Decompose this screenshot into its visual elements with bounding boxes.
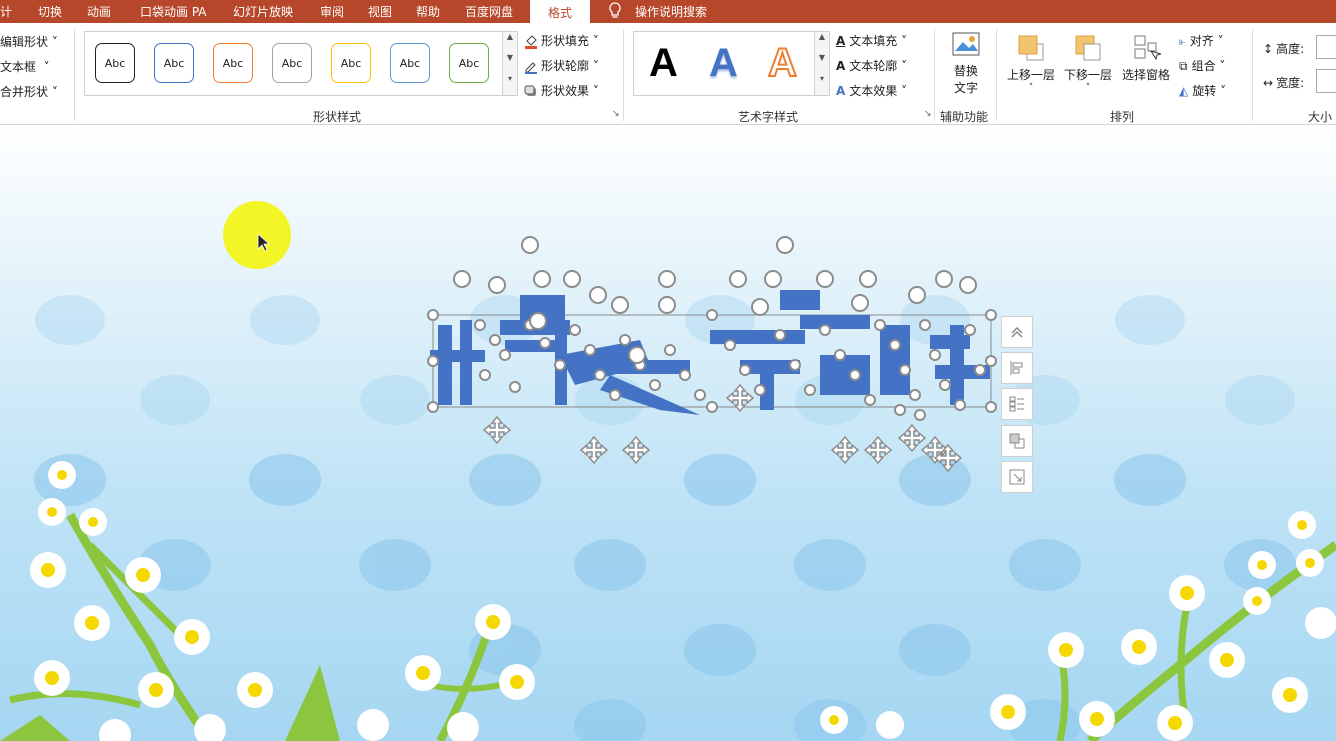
tab-pocket-animation[interactable]: 口袋动画 PA (140, 3, 207, 20)
rotate-button[interactable]: ◭ 旋转 ˅ (1179, 82, 1226, 99)
wordart-style-2[interactable]: A (709, 41, 738, 86)
send-backward-icon (1075, 35, 1101, 61)
tab-slideshow[interactable]: 幻灯片放映 (233, 3, 293, 20)
shape-style-3[interactable]: Abc (213, 43, 253, 83)
scroll-up-icon[interactable]: ▲ (503, 32, 517, 53)
shape-style-7[interactable]: Abc (449, 43, 489, 83)
shape-style-4[interactable]: Abc (272, 43, 312, 83)
tell-me-search[interactable]: 操作说明搜索 (635, 3, 707, 20)
accessibility-group-label: 辅助功能 (940, 110, 989, 124)
paint-bucket-icon (525, 34, 537, 49)
resize-icon[interactable] (1001, 461, 1033, 493)
scroll-down-icon[interactable]: ▼ (815, 53, 829, 74)
align-icon: ⫦ (1179, 34, 1186, 48)
wordart-gallery-scroll[interactable]: ▲ ▼ ▾ (814, 31, 830, 96)
more-icon[interactable]: ▾ (503, 74, 517, 95)
shape-style-6[interactable]: Abc (390, 43, 430, 83)
width-label: ↔ 宽度: (1263, 76, 1305, 90)
lightbulb-icon (607, 1, 623, 24)
height-label: ↕ 高度: (1263, 42, 1305, 56)
tab-format[interactable]: 格式 (530, 0, 590, 25)
send-backward-button[interactable]: 下移一层 ˅ (1062, 33, 1114, 93)
arrange-group-label: 排列 (1110, 110, 1135, 124)
collapse-icon[interactable] (1001, 316, 1033, 348)
height-input[interactable] (1316, 35, 1336, 59)
alt-text-icon (952, 32, 980, 56)
size-group-label: 大小 (1308, 110, 1333, 124)
tab-animations[interactable]: 动画 (87, 3, 111, 20)
shape-style-1[interactable]: Abc (95, 43, 135, 83)
width-icon: ↔ (1263, 76, 1274, 90)
selection-pane-button[interactable]: 选择窗格 (1119, 33, 1173, 83)
pencil-icon (525, 61, 537, 74)
height-icon: ↕ (1263, 42, 1274, 56)
group-icon: ⧉ (1179, 59, 1188, 73)
ribbon-tab-bar: 计 切换 动画 口袋动画 PA 幻灯片放映 审阅 视图 帮助 百度网盘 格式 操… (0, 0, 1336, 25)
slide-canvas[interactable] (0, 125, 1336, 741)
dialog-launcher-icon[interactable]: ↘ (612, 109, 620, 119)
align-button[interactable]: ⫦ 对齐 ˅ (1179, 32, 1224, 49)
shape-effects-button[interactable]: 形状效果 ˅ (524, 82, 599, 99)
cursor-highlight (223, 201, 291, 269)
tab-help[interactable]: 帮助 (416, 3, 440, 20)
shape-style-5[interactable]: Abc (331, 43, 371, 83)
tab-transitions[interactable]: 切换 (38, 3, 62, 20)
text-effects-icon: A (836, 84, 846, 98)
slide-background (0, 201, 1336, 741)
wordart-style-3[interactable]: A (767, 40, 798, 86)
bring-forward-icon (1018, 35, 1044, 61)
shape-styles-group-label: 形状样式 (313, 110, 362, 124)
shape-fill-button[interactable]: 形状填充 ˅ (524, 32, 599, 49)
shape-style-2[interactable]: Abc (154, 43, 194, 83)
text-outline-icon: A (836, 59, 846, 73)
shape-styles-gallery-scroll[interactable]: ▲ ▼ ▾ (502, 31, 518, 96)
text-fill-button[interactable]: A 文本填充 ˅ (836, 32, 907, 49)
ribbon: 编辑形状 ˅ 文本框 ˅ 合并形状 ˅ Abc Abc Abc Abc Abc … (0, 23, 1336, 125)
selected-wordart-fragments[interactable] (427, 236, 997, 473)
tab-view[interactable]: 视图 (368, 3, 392, 20)
dialog-launcher-icon[interactable]: ↘ (924, 109, 932, 119)
edit-shape-button[interactable]: 编辑形状 ˅ (0, 33, 58, 50)
rotate-icon: ◭ (1179, 84, 1189, 98)
tab-design[interactable]: 计 (0, 3, 12, 20)
layout-options-icon[interactable] (1001, 388, 1033, 420)
bring-forward-button[interactable]: 上移一层 ˅ (1005, 33, 1057, 93)
wordart-gallery: A A A (633, 31, 816, 96)
wordart-group-label: 艺术字样式 (738, 110, 799, 124)
tab-baidu-netdisk[interactable]: 百度网盘 (465, 3, 513, 20)
shape-styles-gallery: Abc Abc Abc Abc Abc Abc Abc (84, 31, 504, 96)
alt-text-button[interactable]: 替换 文字 (949, 31, 983, 96)
text-effects-button[interactable]: A 文本效果 ˅ (836, 82, 907, 99)
group-button[interactable]: ⧉ 组合 ˅ (1179, 57, 1225, 74)
merge-shapes-button[interactable]: 合并形状 ˅ (0, 83, 58, 100)
scroll-up-icon[interactable]: ▲ (815, 32, 829, 53)
align-left-icon[interactable] (1001, 352, 1033, 384)
width-input[interactable] (1316, 69, 1336, 93)
scroll-down-icon[interactable]: ▼ (503, 53, 517, 74)
more-icon[interactable]: ▾ (815, 74, 829, 95)
text-outline-button[interactable]: A 文本轮廓 ˅ (836, 57, 907, 74)
arrange-icon[interactable] (1001, 425, 1033, 457)
shape-outline-button[interactable]: 形状轮廓 ˅ (524, 57, 599, 74)
tab-review[interactable]: 审阅 (320, 3, 344, 20)
wordart-style-1[interactable]: A (649, 41, 678, 86)
selection-pane-icon (1134, 35, 1163, 61)
text-fill-icon: A (836, 34, 846, 48)
textbox-button[interactable]: 文本框 ˅ (0, 58, 50, 75)
shape-effects-icon (524, 85, 536, 96)
